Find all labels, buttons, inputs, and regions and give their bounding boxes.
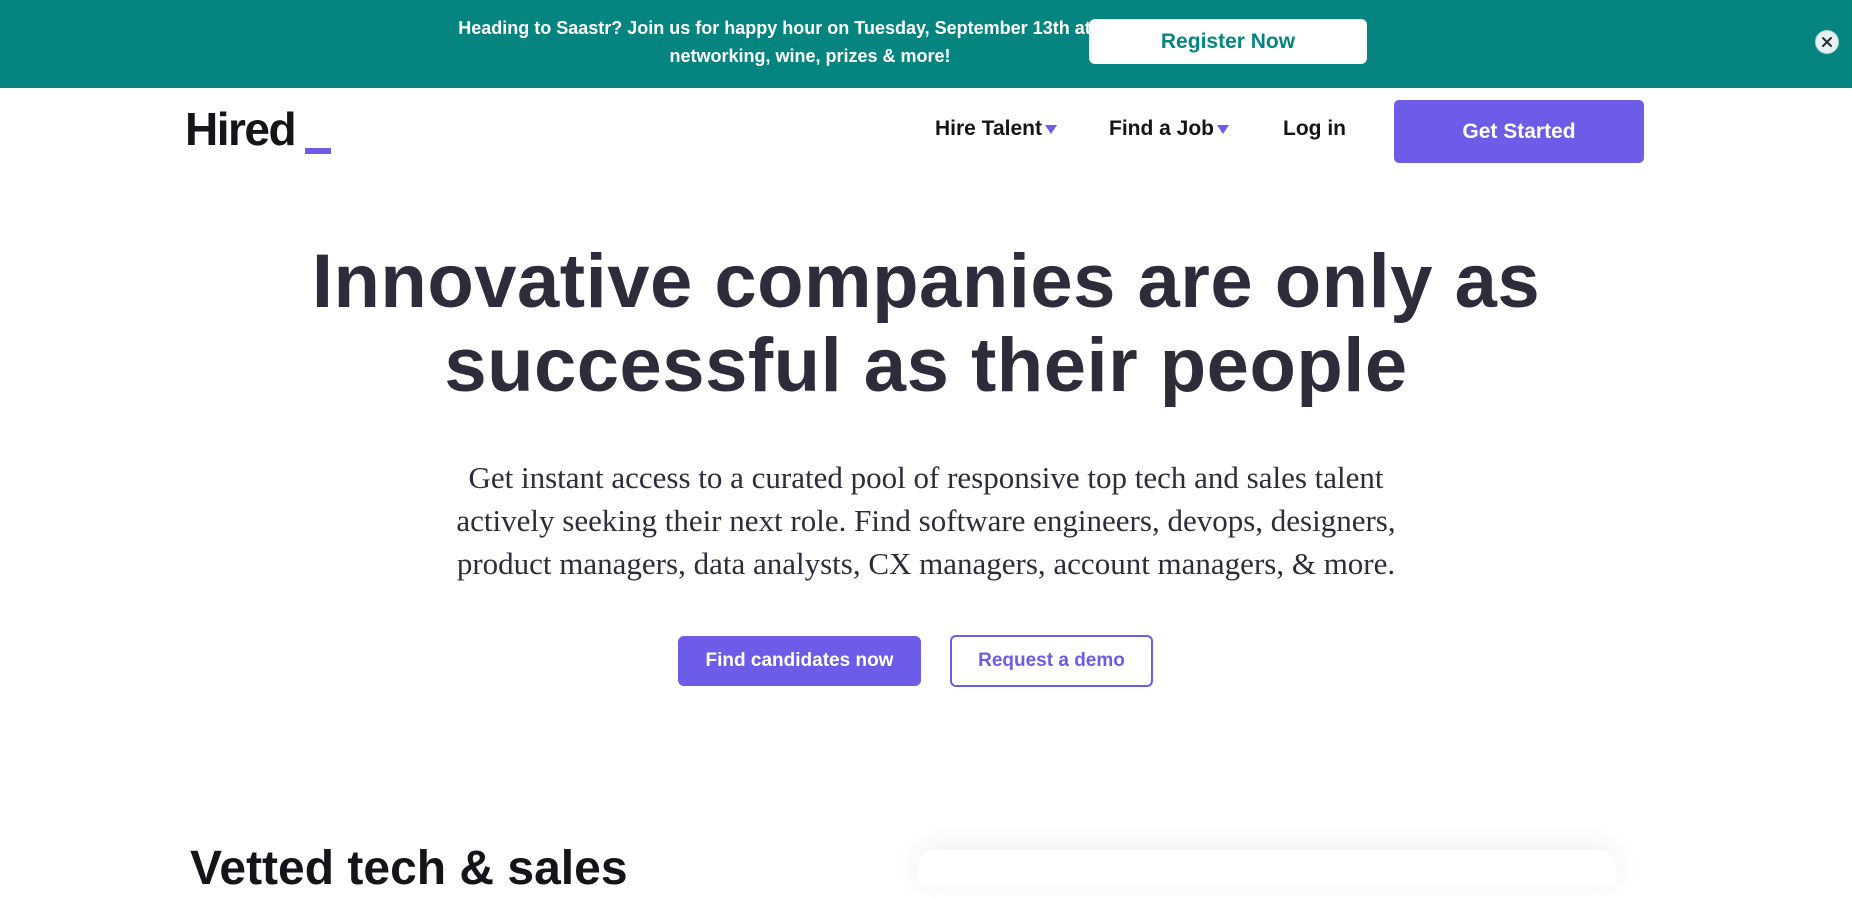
section-heading: Vetted tech & sales	[190, 842, 628, 895]
hero-title: Innovative companies are only as success…	[311, 239, 1541, 408]
hired-logo[interactable]: Hired	[185, 102, 345, 162]
nav-hire-talent-label: Hire Talent	[935, 117, 1042, 140]
hero-subtitle: Get instant access to a curated pool of …	[456, 460, 1396, 581]
logo-underscore	[305, 148, 331, 154]
register-now-button[interactable]: Register Now	[1089, 19, 1367, 64]
request-demo-button[interactable]: Request a demo	[950, 635, 1153, 687]
banner-message: Heading to Saastr? Join us for happy hou…	[458, 18, 1162, 66]
chevron-down-icon	[1044, 125, 1057, 134]
section-card	[918, 850, 1616, 887]
nav-log-in[interactable]: Log in	[1283, 114, 1346, 144]
nav-find-a-job-label: Find a Job	[1109, 117, 1214, 140]
close-icon[interactable]	[1815, 30, 1839, 54]
nav-find-a-job[interactable]: Find a Job	[1109, 114, 1229, 144]
announcement-banner: Heading to Saastr? Join us for happy hou…	[0, 0, 1852, 88]
chevron-down-icon	[1217, 125, 1229, 134]
nav-hire-talent[interactable]: Hire Talent	[935, 114, 1057, 144]
get-started-button[interactable]: Get Started	[1394, 100, 1644, 163]
logo-wordmark: Hired	[185, 103, 297, 155]
find-candidates-button[interactable]: Find candidates now	[678, 636, 921, 686]
